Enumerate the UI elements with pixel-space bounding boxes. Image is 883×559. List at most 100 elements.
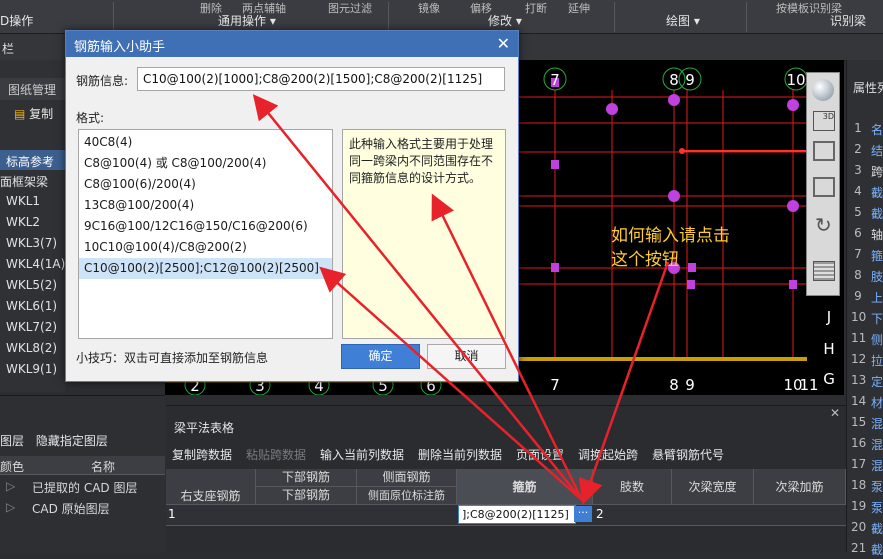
format-item[interactable]: C8@100(4) 或 C8@100/200(4) bbox=[79, 153, 332, 174]
hint-line-2: 这个按钮 bbox=[611, 250, 679, 270]
close-icon[interactable]: ✕ bbox=[830, 406, 840, 420]
cancel-button[interactable]: 取消 bbox=[427, 344, 506, 369]
property-row[interactable]: 20 截 bbox=[847, 517, 883, 538]
copy-icon: ▤ bbox=[14, 107, 26, 121]
format-label: 格式: bbox=[76, 111, 105, 125]
stirrup-cell-input[interactable]: ];C8@200(2)[1125] bbox=[458, 505, 576, 524]
property-row[interactable]: 8肢 bbox=[847, 265, 883, 286]
property-row[interactable]: 7箍 bbox=[847, 244, 883, 265]
axis-label: G bbox=[823, 370, 835, 388]
property-row[interactable]: 19 泵 bbox=[847, 496, 883, 517]
header-legs: 肢数 bbox=[593, 469, 672, 505]
cantilever-code-button[interactable]: 悬臂钢筋代号 bbox=[652, 446, 724, 463]
property-row[interactable]: 11 侧 bbox=[847, 328, 883, 349]
row-number: 1 bbox=[168, 507, 176, 521]
cube-top-icon[interactable] bbox=[813, 141, 835, 161]
page-setup-button[interactable]: 页面设置 bbox=[516, 446, 564, 463]
cell-legs-value: 2 bbox=[596, 507, 604, 521]
list-item-wkl3[interactable]: WKL3(7) bbox=[6, 236, 57, 250]
property-row[interactable]: 21 截 bbox=[847, 538, 883, 559]
ribbon-group-modify[interactable]: 修改 ▾ bbox=[488, 12, 522, 29]
chevron-down-icon: ▾ bbox=[693, 14, 700, 28]
header-secondary-rebar: 次梁加筋 bbox=[754, 469, 846, 505]
rebar-info-input[interactable]: C10@100(2)[1000];C8@200(2)[1500];C8@200(… bbox=[137, 67, 505, 91]
format-item[interactable]: 10C10@100(4)/C8@200(2) bbox=[79, 237, 332, 258]
copy-span-button[interactable]: 复制跨数据 bbox=[172, 446, 232, 463]
property-row[interactable]: 10 下 bbox=[847, 307, 883, 328]
axis-label: H bbox=[823, 340, 834, 358]
property-row[interactable]: 2结 bbox=[847, 139, 883, 160]
close-icon[interactable]: ✕ bbox=[497, 34, 510, 53]
tree-group-frame-beam[interactable]: 面框架梁 bbox=[0, 173, 48, 190]
tab-drawing-manager[interactable]: 图纸管理 bbox=[8, 81, 56, 98]
paste-span-button[interactable]: 粘贴跨数据 bbox=[246, 446, 306, 463]
expand-icon[interactable]: ▷ bbox=[6, 500, 15, 514]
expand-icon[interactable]: ▷ bbox=[6, 479, 15, 493]
list-item-wkl5[interactable]: WKL5(2) bbox=[6, 278, 57, 292]
properties-title: 属性列 bbox=[853, 81, 883, 95]
format-item[interactable]: 13C8@100/200(4) bbox=[79, 195, 332, 216]
copy-label: 复制 bbox=[29, 107, 54, 121]
tool-extend[interactable]: 延伸 bbox=[568, 0, 590, 16]
tool-mirror[interactable]: 镜像 bbox=[418, 0, 440, 16]
ok-button[interactable]: 确定 bbox=[341, 344, 420, 369]
axis-label: 7 bbox=[550, 71, 560, 89]
format-item-selected[interactable]: C10@100(2)[2500];C12@100(2)[2500] bbox=[79, 258, 332, 279]
grid-view-icon[interactable] bbox=[813, 261, 835, 281]
input-column-button[interactable]: 输入当前列数据 bbox=[320, 446, 404, 463]
property-row[interactable]: 13 定 bbox=[847, 370, 883, 391]
ribbon-group-identify[interactable]: 识别梁 bbox=[830, 12, 866, 29]
property-row[interactable]: 16 混 bbox=[847, 433, 883, 454]
layer-row-label: CAD 原始图层 bbox=[32, 502, 110, 516]
property-row[interactable]: 6轴 bbox=[847, 223, 883, 244]
table-row[interactable]: 1 ];C8@200(2)[1125] ··· 2 bbox=[166, 505, 846, 526]
format-item[interactable]: 40C8(4) bbox=[79, 132, 332, 153]
layer-button[interactable]: 图层 bbox=[0, 434, 24, 448]
rotate-icon[interactable]: ↻ bbox=[815, 213, 832, 237]
ribbon-group-draw[interactable]: 绘图 ▾ bbox=[666, 12, 700, 29]
delete-column-button[interactable]: 删除当前列数据 bbox=[418, 446, 502, 463]
ellipsis-button[interactable]: ··· bbox=[574, 506, 592, 522]
list-item-selected[interactable]: 标高参考 bbox=[0, 150, 65, 170]
tool-filter[interactable]: 图元过滤 bbox=[328, 0, 372, 16]
list-item-wkl9[interactable]: WKL9(1) bbox=[6, 362, 57, 376]
orbit-icon[interactable] bbox=[812, 79, 834, 101]
format-item[interactable]: C8@100(6)/200(4) bbox=[79, 174, 332, 195]
rebar-info-label: 钢筋信息: bbox=[76, 74, 129, 88]
list-item-wkl8[interactable]: WKL8(2) bbox=[6, 341, 57, 355]
tool-break[interactable]: 打断 bbox=[525, 0, 547, 16]
property-row[interactable]: 4截 bbox=[847, 181, 883, 202]
property-row[interactable]: 1名 bbox=[847, 118, 883, 139]
property-row[interactable]: 3跨 bbox=[847, 160, 883, 181]
property-row[interactable]: 18 泵 bbox=[847, 475, 883, 496]
format-item[interactable]: 9C16@100/12C16@150/C16@200(6) bbox=[79, 216, 332, 237]
cube-front-icon[interactable] bbox=[813, 177, 835, 197]
list-item-wkl2[interactable]: WKL2 bbox=[6, 215, 40, 229]
axis-label: 8 bbox=[669, 71, 679, 89]
property-row[interactable]: 5截 bbox=[847, 202, 883, 223]
axis-label: 9 bbox=[685, 71, 695, 89]
copy-button[interactable]: ▤ 复制 bbox=[14, 105, 53, 122]
view-3d-icon[interactable]: 3D bbox=[813, 111, 835, 131]
property-row[interactable]: 12 拉 bbox=[847, 349, 883, 370]
dialog-titlebar[interactable]: 钢筋输入小助手 ✕ bbox=[66, 31, 518, 57]
property-row[interactable]: 9上 bbox=[847, 286, 883, 307]
property-row[interactable]: 17 混 bbox=[847, 454, 883, 475]
ribbon-group-common-label: 通用操作 bbox=[218, 14, 267, 28]
axis-label: J bbox=[826, 308, 831, 326]
layer-panel: 图层 隐藏指定图层 颜色 名称 ▷ 已提取的 CAD 图层 ▷ CAD 原始图层 bbox=[0, 395, 165, 553]
list-item-wkl6[interactable]: WKL6(1) bbox=[6, 299, 57, 313]
ribbon-group-common[interactable]: 通用操作 ▾ bbox=[218, 12, 276, 29]
list-item-wkl4[interactable]: WKL4(1A) bbox=[6, 257, 65, 271]
swap-start-span-button[interactable]: 调换起始跨 bbox=[578, 446, 638, 463]
property-row[interactable]: 14 材 bbox=[847, 391, 883, 412]
list-item-wkl1[interactable]: WKL1 bbox=[6, 194, 40, 208]
property-row[interactable]: 15 混 bbox=[847, 412, 883, 433]
list-item-wkl7[interactable]: WKL7(2) bbox=[6, 320, 57, 334]
ribbon-group-cad[interactable]: D操作 bbox=[0, 12, 33, 29]
layer-row[interactable]: ▷ CAD 原始图层 bbox=[0, 498, 165, 518]
axis-label: 7 bbox=[550, 376, 560, 394]
layer-row-label: 已提取的 CAD 图层 bbox=[32, 481, 138, 495]
hide-layer-button[interactable]: 隐藏指定图层 bbox=[36, 434, 108, 448]
layer-row[interactable]: ▷ 已提取的 CAD 图层 bbox=[0, 477, 165, 497]
